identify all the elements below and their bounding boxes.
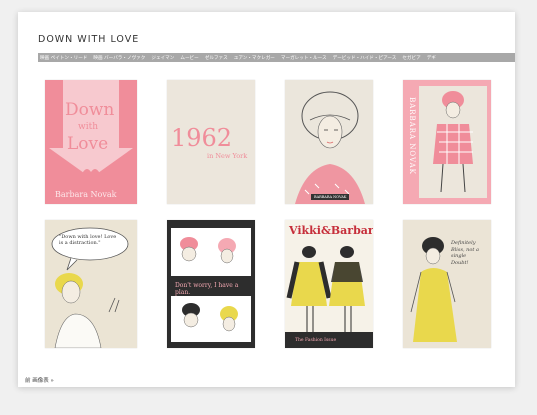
cover-speech-bubble[interactable]: "Down with love! Love is a distraction."	[45, 220, 137, 348]
cover-woman-hat[interactable]: BARBARA NOVAK	[285, 80, 373, 204]
cover-dont-worry[interactable]: Don't worry, I have a plan.	[167, 220, 255, 348]
nav-item[interactable]: デービッド・ハイド・ピアース	[333, 55, 397, 61]
nav-item[interactable]: マーガレット・ルース	[281, 55, 327, 61]
cover-1962[interactable]: 1962 in New York	[167, 80, 255, 204]
nav-item[interactable]: 映画 バーバラ・ノヴァク	[93, 55, 145, 61]
cover-caption: BARBARA NOVAK	[311, 194, 350, 200]
dont-worry-text: Don't worry, I have a plan.	[175, 282, 239, 296]
cover-barbara-novak[interactable]: BARBARA NOVAK	[403, 80, 491, 204]
bubble-text: "Down with love! Love is a distraction."	[59, 234, 117, 247]
page-container: DOWN WITH LOVE 映画 ペイトン・リード 映画 バーバラ・ノヴァク …	[18, 12, 515, 387]
nav-item[interactable]: ユアン・マクレガー	[234, 55, 275, 61]
previous-gallery-link[interactable]: 前 画像表 »	[25, 376, 54, 384]
cover-year: 1962	[171, 124, 233, 152]
cover-down-with-love[interactable]: Down with Love Barbara Novak	[45, 80, 137, 204]
nav-item[interactable]: セガビア	[402, 55, 420, 61]
woman-hat-illustration	[295, 91, 365, 204]
yellow-note: Definitely Bliss, not a single Doubt!	[451, 240, 479, 266]
cover-title-love: Love	[67, 134, 109, 154]
nav-item[interactable]: デギ	[427, 55, 436, 61]
barbara-novak-illustration	[419, 86, 487, 198]
cover-yellow-dress[interactable]: Definitely Bliss, not a single Doubt!	[403, 220, 491, 348]
cover-author: Barbara Novak	[55, 190, 117, 199]
cover-title-with: with	[78, 122, 98, 132]
nav-item[interactable]: 映画 ペイトン・リード	[40, 55, 87, 61]
site-title[interactable]: DOWN WITH LOVE	[38, 34, 139, 45]
nav-item[interactable]: ムービー	[180, 55, 198, 61]
vikki-title: Vikki&Barbara	[289, 224, 373, 237]
vikki-barbara-illustration	[285, 220, 373, 348]
cover-vikki-barbara[interactable]: Vikki&Barbara The Fashion Issue	[285, 220, 373, 348]
vikki-footer: The Fashion Issue	[295, 338, 337, 343]
nav-item[interactable]: ジェイマン	[151, 55, 174, 61]
nav-item[interactable]: ゼルファス	[205, 55, 228, 61]
cover-title-down: Down	[65, 100, 115, 120]
nav-bar: 映画 ペイトン・リード 映画 バーバラ・ノヴァク ジェイマン ムービー ゼルファ…	[38, 53, 515, 62]
cover-side-text: BARBARA NOVAK	[407, 97, 416, 175]
cover-place: in New York	[207, 152, 248, 160]
